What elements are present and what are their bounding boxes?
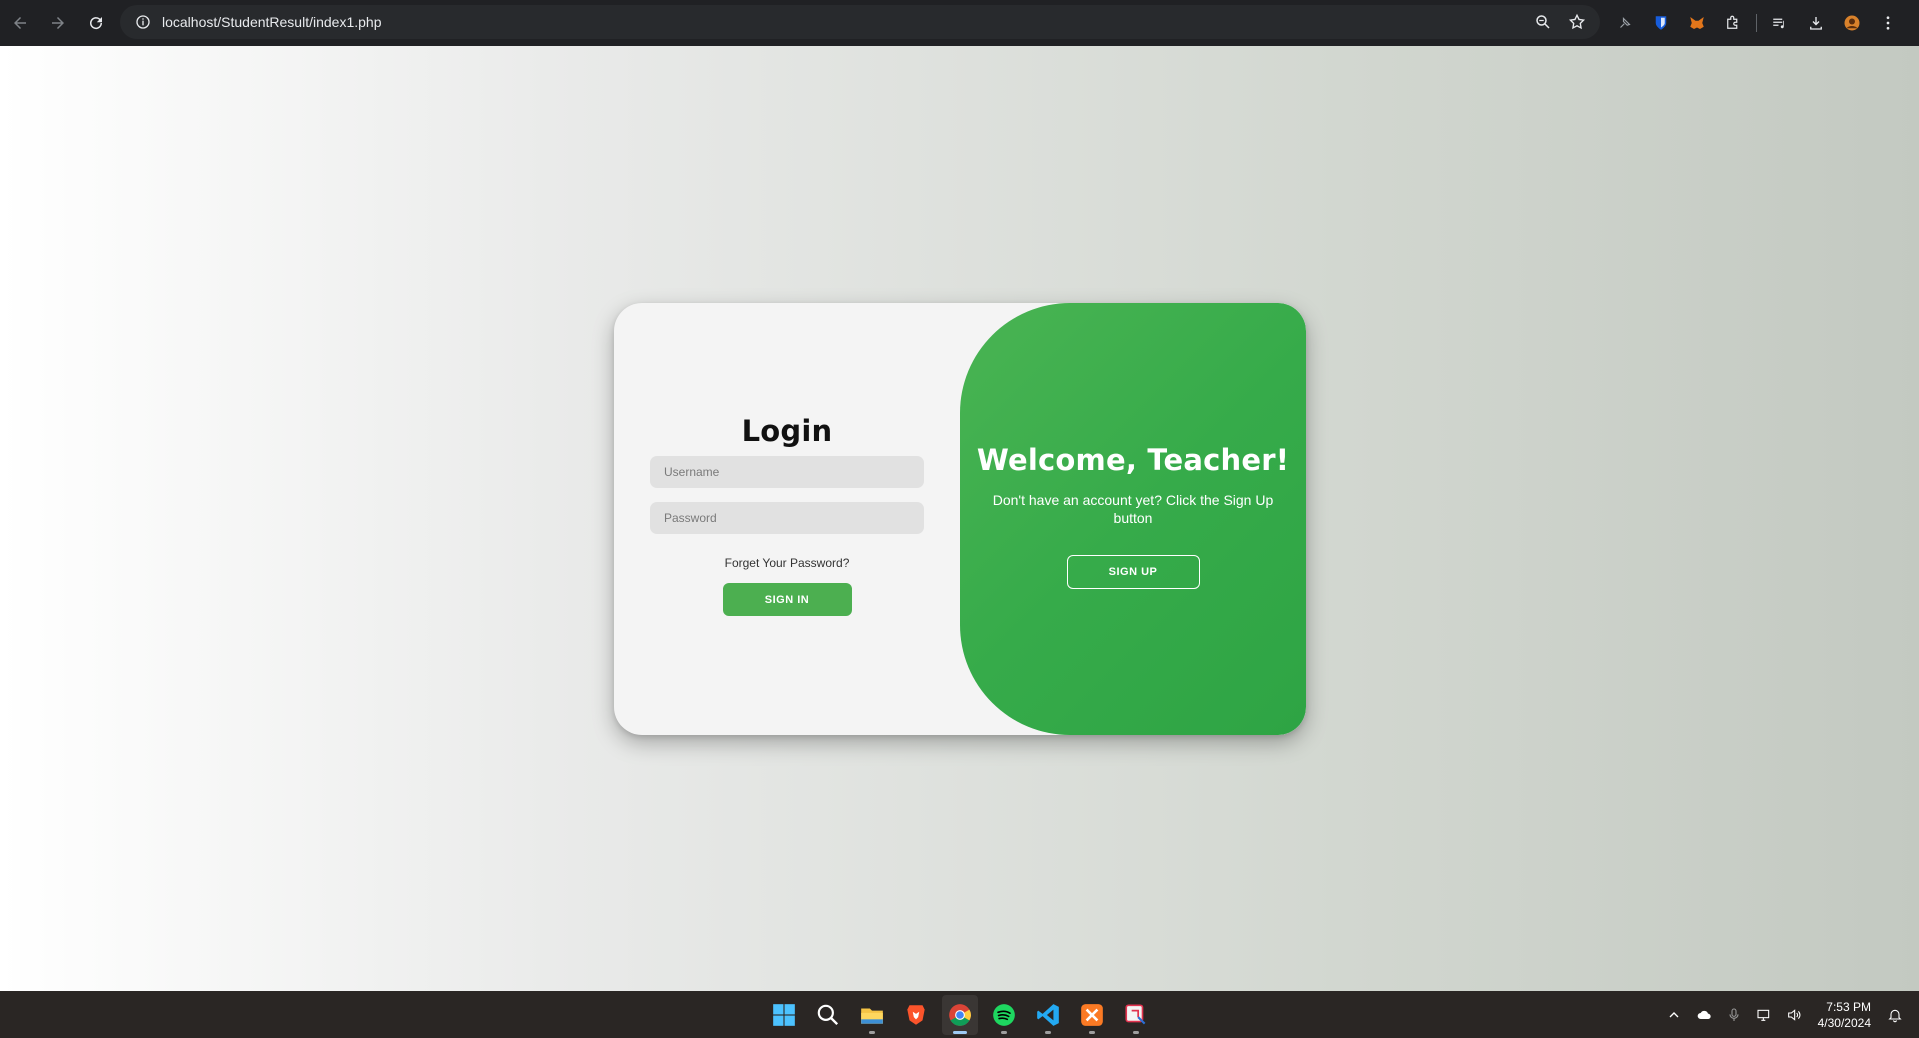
show-hidden-icons-button[interactable]: [1664, 1005, 1684, 1025]
snipping-tool-app[interactable]: [1118, 995, 1154, 1035]
volume-button[interactable]: [1784, 1005, 1804, 1025]
brave-app[interactable]: [898, 995, 934, 1035]
vscode-app[interactable]: [1030, 995, 1066, 1035]
reload-button[interactable]: [78, 5, 114, 41]
start-button[interactable]: [766, 995, 802, 1035]
spotify-icon: [993, 1003, 1015, 1026]
chrome-app[interactable]: [942, 994, 978, 1035]
arrow-left-icon: [14, 17, 26, 29]
media-queue-icon: [1773, 18, 1784, 29]
bookmark-button[interactable]: [1562, 7, 1592, 37]
reload-icon: [90, 17, 103, 30]
profile-avatar-button[interactable]: [1837, 8, 1867, 38]
zoom-button[interactable]: [1528, 7, 1558, 37]
vscode-icon: [1037, 1003, 1059, 1026]
shield-extension-icon: [1655, 16, 1667, 30]
microphone-button[interactable]: [1724, 1005, 1744, 1025]
pin-extension-icon: [1620, 17, 1631, 28]
file-explorer-app[interactable]: [854, 995, 890, 1035]
extensions-button[interactable]: [1718, 8, 1748, 38]
running-indicator: [869, 1030, 875, 1034]
sign-up-button[interactable]: SIGN UP: [1066, 555, 1200, 589]
network-button[interactable]: [1754, 1005, 1774, 1025]
running-indicator: [1045, 1030, 1051, 1034]
chrome-icon: [949, 1003, 971, 1026]
welcome-text: Don't have an account yet? Click the Sig…: [992, 492, 1274, 526]
network-icon: [1757, 1009, 1769, 1021]
folder-icon: [861, 1008, 883, 1024]
active-indicator: [953, 1030, 967, 1034]
running-indicator: [1089, 1030, 1095, 1034]
download-icon: [1810, 17, 1822, 30]
forgot-password-link[interactable]: Forget Your Password?: [725, 556, 850, 570]
login-card: Login Forget Your Password? SIGN IN Welc…: [614, 303, 1306, 735]
avatar-icon: [1844, 15, 1860, 31]
xampp-icon: [1081, 1003, 1103, 1026]
arrow-right-icon: [52, 17, 64, 29]
info-icon: [136, 15, 150, 29]
windows-start-icon: [773, 1003, 795, 1026]
chevron-up-icon: [1669, 1011, 1679, 1017]
zoom-icon: [1536, 15, 1550, 29]
clock-time: 7:53 PM: [1826, 999, 1871, 1014]
username-input[interactable]: [650, 456, 924, 488]
onedrive-button[interactable]: [1694, 1005, 1714, 1025]
notifications-button[interactable]: [1885, 1005, 1905, 1025]
system-clock[interactable]: 7:53 PM 4/30/2024: [1818, 999, 1871, 1031]
brave-lion-icon: [907, 1004, 925, 1025]
star-icon: [1568, 13, 1586, 30]
cloud-icon: [1697, 1010, 1711, 1019]
extension-pin-button[interactable]: [1610, 8, 1640, 38]
xampp-app[interactable]: [1074, 995, 1110, 1035]
welcome-title: Welcome, Teacher!: [976, 443, 1290, 477]
fox-extension-icon: [1690, 17, 1704, 29]
more-vertical-icon: [1886, 16, 1890, 30]
system-tray: 7:53 PM 4/30/2024: [1664, 991, 1905, 1038]
password-input[interactable]: [650, 502, 924, 534]
search-icon: [817, 1004, 839, 1025]
browser-toolbar: localhost/StudentResult/index1.php: [0, 0, 1919, 46]
clock-date: 4/30/2024: [1817, 1015, 1871, 1030]
url-text[interactable]: localhost/StudentResult/index1.php: [162, 14, 381, 30]
login-title: Login: [741, 414, 833, 448]
spotify-app[interactable]: [986, 995, 1022, 1035]
toolbar-divider: [1756, 14, 1757, 32]
running-indicator: [1001, 1030, 1007, 1034]
back-button[interactable]: [2, 5, 38, 41]
welcome-panel: Welcome, Teacher! Don't have an account …: [960, 303, 1306, 735]
media-control-button[interactable]: [1765, 8, 1795, 38]
address-bar[interactable]: localhost/StudentResult/index1.php: [120, 5, 1600, 39]
sign-in-button[interactable]: SIGN IN: [722, 583, 852, 616]
downloads-button[interactable]: [1801, 8, 1831, 38]
snipping-tool-icon: [1125, 1003, 1146, 1024]
metamask-extension-button[interactable]: [1682, 8, 1712, 38]
taskbar: 7:53 PM 4/30/2024: [0, 991, 1919, 1038]
microphone-icon: [1729, 1007, 1739, 1021]
puzzle-icon: [1727, 15, 1738, 29]
bitwarden-extension-button[interactable]: [1646, 8, 1676, 38]
running-indicator: [1133, 1030, 1139, 1034]
page-background: Login Forget Your Password? SIGN IN Welc…: [0, 46, 1919, 991]
forward-button[interactable]: [40, 5, 76, 41]
browser-menu-button[interactable]: [1873, 8, 1903, 38]
login-form: Login Forget Your Password? SIGN IN: [614, 303, 960, 735]
speaker-icon: [1787, 1008, 1801, 1021]
taskbar-search-button[interactable]: [810, 995, 846, 1035]
bell-icon: [1888, 1009, 1902, 1022]
site-info-button[interactable]: [126, 5, 160, 39]
